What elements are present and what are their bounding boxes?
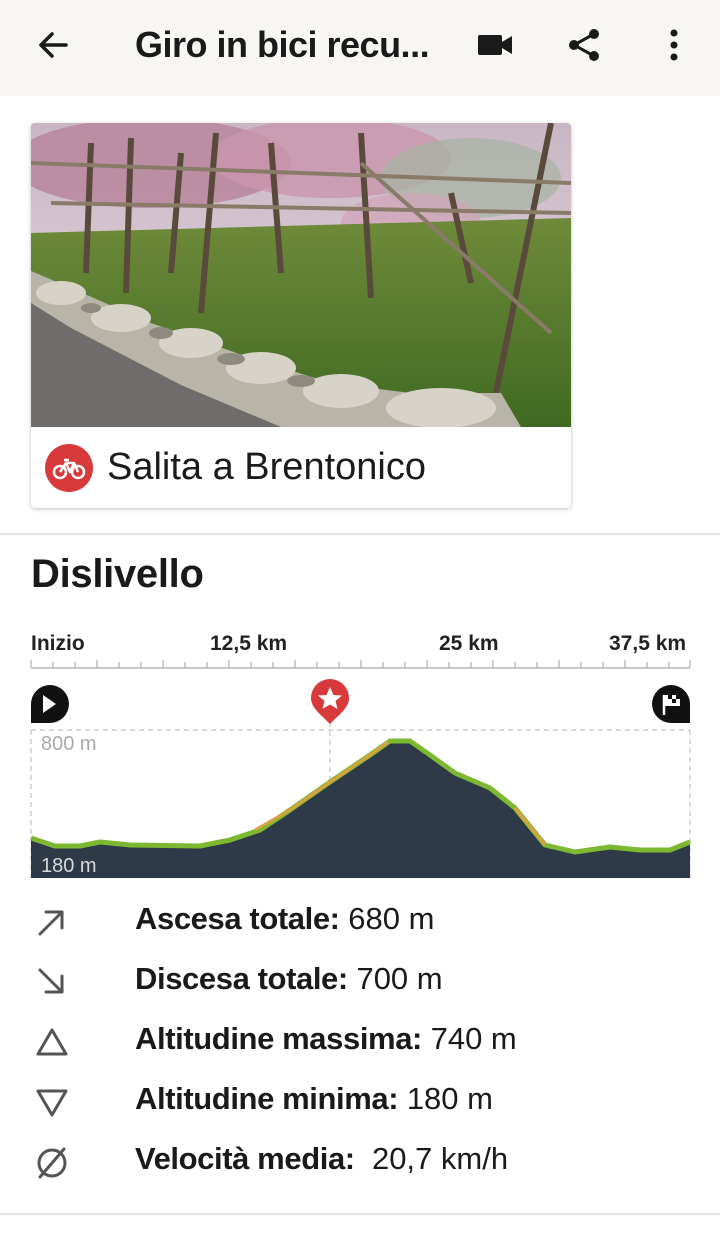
stat-label: Velocità media:	[135, 1141, 355, 1176]
stat-value: 700 m	[356, 961, 443, 996]
video-camera-icon[interactable]	[472, 22, 518, 68]
triangle-down-icon	[33, 1083, 71, 1121]
stat-label: Discesa totale:	[135, 961, 348, 996]
stat-value: 20,7 km/h	[371, 1141, 509, 1176]
stat-label: Altitudine minima:	[135, 1081, 399, 1116]
arrow-left-icon[interactable]	[30, 22, 76, 68]
finish-flag-icon[interactable]	[652, 685, 690, 723]
elevation-max-label: 800 m	[41, 733, 97, 755]
stat-value: 740 m	[430, 1021, 517, 1056]
stat-total-ascent: Ascesa totale: 680 m	[0, 895, 720, 945]
km-label-12-5: 12,5 km	[210, 632, 288, 655]
tour-title-row: Salita a Brentonico	[31, 427, 571, 508]
stat-value: 180 m	[406, 1081, 493, 1116]
average-icon	[33, 1143, 71, 1181]
stat-average-speed: Velocità media: 20,7 km/h	[0, 1135, 720, 1185]
stat-value: 680 m	[348, 901, 435, 936]
stat-min-altitude: Altitudine minima: 180 m	[0, 1075, 720, 1125]
stat-label: Ascesa totale:	[135, 901, 340, 936]
elevation-section-title: Dislivello	[31, 552, 204, 596]
share-icon[interactable]	[561, 22, 607, 68]
stat-total-descent: Discesa totale: 700 m	[0, 955, 720, 1005]
more-vertical-icon[interactable]	[651, 22, 697, 68]
bicycle-icon	[45, 443, 93, 492]
start-flag-icon[interactable]	[31, 685, 69, 723]
km-label-start: Inizio	[31, 632, 85, 655]
elevation-profile-chart[interactable]: 800 m 180 m	[0, 660, 720, 880]
arrow-down-right-icon	[33, 963, 71, 1001]
highlight-star-icon[interactable]	[311, 679, 349, 724]
section-divider	[0, 533, 720, 535]
km-label-25: 25 km	[439, 632, 499, 655]
triangle-up-icon	[33, 1023, 71, 1061]
section-divider-bottom	[0, 1213, 720, 1215]
tour-highlight-card[interactable]: Salita a Brentonico	[31, 123, 571, 508]
stat-label: Altitudine massima:	[135, 1021, 422, 1056]
elevation-min-label: 180 m	[41, 855, 97, 877]
distance-axis: Inizio 12,5 km 25 km 37,5 km	[31, 632, 691, 662]
page-title: Giro in bici recu...	[135, 24, 430, 65]
arrow-up-right-icon	[33, 903, 71, 941]
tour-name: Salita a Brentonico	[107, 446, 426, 488]
stat-max-altitude: Altitudine massima: 740 m	[0, 1015, 720, 1065]
tour-photo	[31, 123, 571, 428]
km-label-37-5: 37,5 km	[609, 632, 687, 655]
top-app-bar: Giro in bici recu...	[0, 0, 720, 96]
